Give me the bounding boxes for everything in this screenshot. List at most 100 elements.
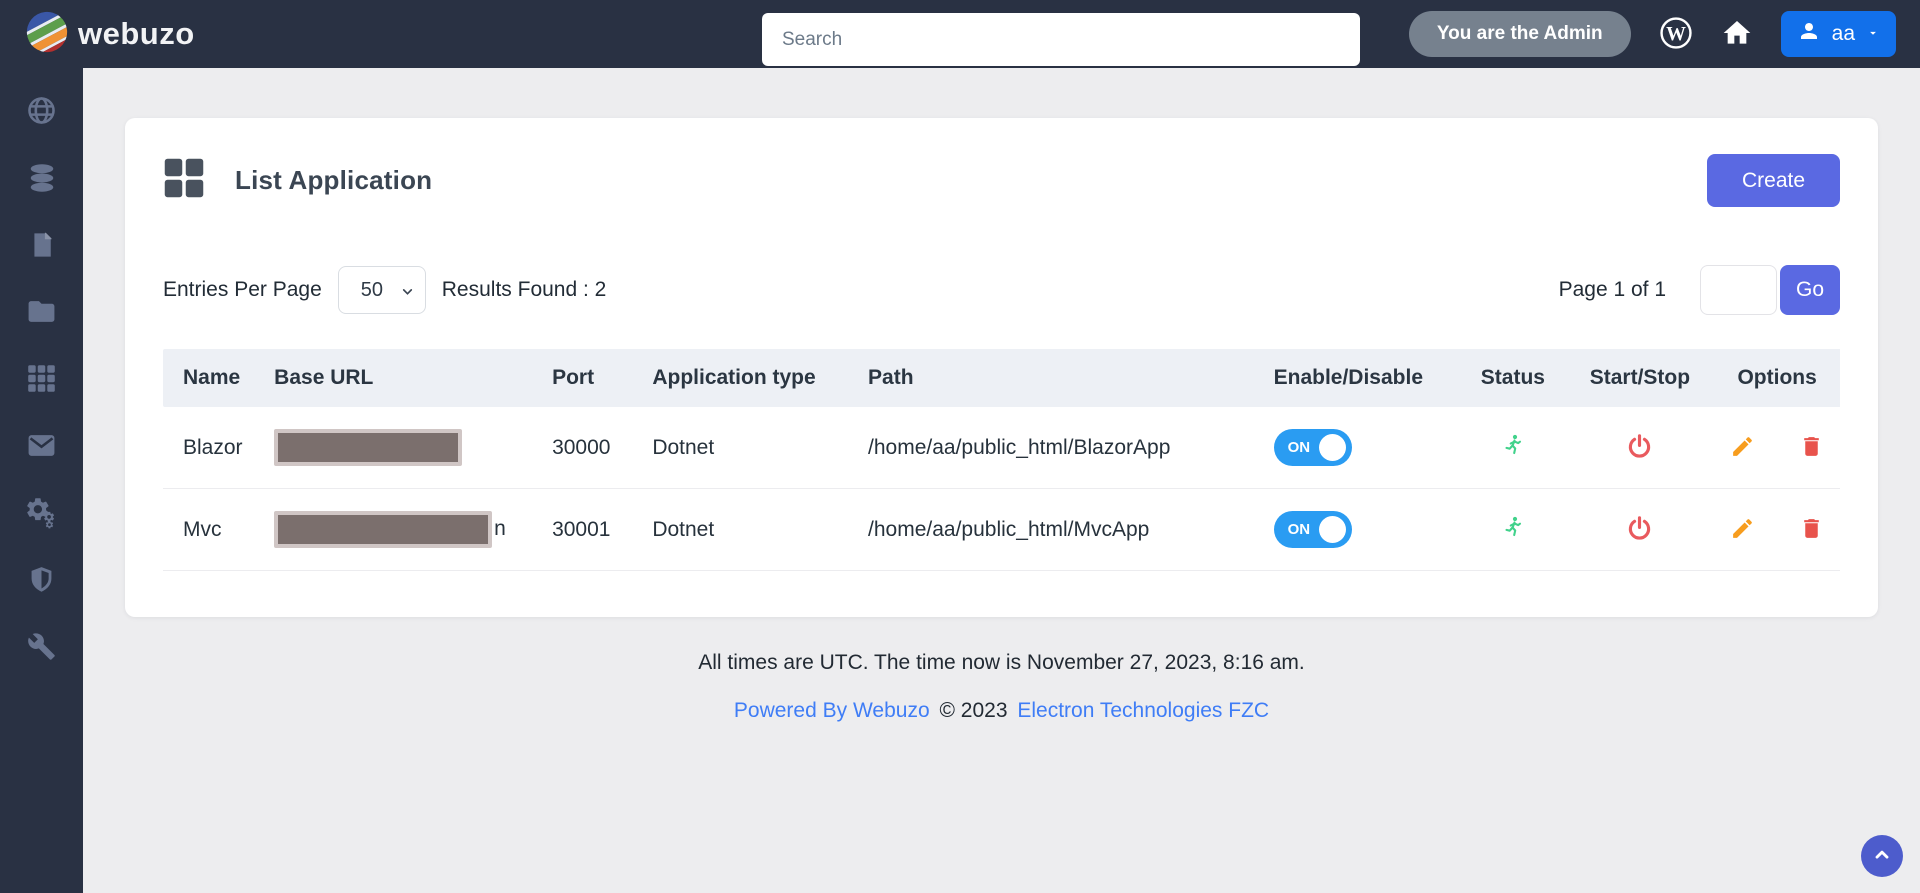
sidebar-item-apps[interactable] [26,364,58,396]
webuzo-logo-icon [24,9,70,60]
stop-power-button[interactable] [1624,433,1655,463]
col-name: Name [163,349,260,407]
sidebar-nav [0,68,83,893]
powered-by-line: Powered By Webuzo © 2023 Electron Techno… [83,699,1920,723]
enable-cell: ON [1260,489,1461,571]
stop-power-button[interactable] [1624,515,1655,545]
chevron-down-icon [1866,22,1880,46]
toggle-knob [1319,434,1346,461]
options-cell [1714,407,1840,489]
mail-icon [26,430,57,464]
folder-icon [26,296,57,330]
powered-by-webuzo-link[interactable]: Powered By Webuzo [734,699,930,722]
app-type: Dotnet [638,489,854,571]
entries-per-page-select[interactable]: 50 [338,266,426,314]
file-icon [28,231,56,262]
sidebar-item-domains[interactable] [26,96,58,128]
applications-grid-icon [163,157,205,204]
col-start-stop: Start/Stop [1566,349,1715,407]
svg-text:W: W [1666,22,1686,44]
page-number-input[interactable] [1700,265,1777,315]
list-application-card: List Application Create Entries Per Page… [125,118,1878,617]
enable-cell: ON [1260,407,1461,489]
delete-trash-button[interactable] [1797,434,1826,462]
sidebar-item-settings[interactable] [26,498,58,530]
entries-per-page-label: Entries Per Page [163,278,322,302]
toggle-knob [1319,516,1346,543]
settings-gears-icon [25,496,58,532]
globe-icon [26,95,57,129]
enable-toggle[interactable]: ON [1274,511,1352,548]
user-icon [1797,19,1821,49]
wordpress-button[interactable]: W [1659,16,1693,53]
wrench-icon [27,632,56,664]
app-name: Mvc [163,489,260,571]
title-row: List Application Create [163,154,1840,207]
copyright-text: © 2023 [939,699,1007,722]
company-link[interactable]: Electron Technologies FZC [1017,699,1269,722]
user-menu-button[interactable]: aa [1781,11,1896,57]
shield-icon [27,565,56,597]
brand-name: webuzo [78,16,195,52]
col-path: Path [854,349,1260,407]
sidebar-item-security[interactable] [26,565,58,597]
app-path: /home/aa/public_html/BlazorApp [854,407,1260,489]
app-port: 30000 [538,407,638,489]
admin-badge: You are the Admin [1409,11,1631,57]
enable-toggle[interactable]: ON [1274,429,1352,466]
start-stop-cell [1566,407,1715,489]
page-title: List Application [235,165,432,196]
entries-select-wrap: 50 [338,266,426,314]
col-port: Port [538,349,638,407]
utc-time-note: All times are UTC. The time now is Novem… [83,651,1920,675]
app-type: Dotnet [638,407,854,489]
status-cell [1460,407,1565,489]
sidebar-item-files[interactable] [26,230,58,262]
header-actions: You are the Admin W aa [1409,0,1896,68]
username: aa [1832,22,1855,46]
sidebar-item-directories[interactable] [26,297,58,329]
wordpress-icon: W [1659,16,1693,53]
apps-grid-icon [27,364,56,396]
sidebar-item-email[interactable] [26,431,58,463]
edit-pencil-button[interactable] [1728,434,1757,462]
chevron-up-icon [1872,845,1892,868]
scroll-to-top-button[interactable] [1861,835,1903,877]
sidebar-item-utilities[interactable] [26,632,58,664]
search-input[interactable] [762,13,1360,66]
home-icon [1721,17,1753,52]
col-application-type: Application type [638,349,854,407]
col-enable-disable: Enable/Disable [1260,349,1461,407]
table-header-row: Name Base URL Port Application type Path… [163,349,1840,407]
table-row: Blazor 30000 Dotnet /home/aa/public_html… [163,407,1840,489]
create-button[interactable]: Create [1707,154,1840,207]
page-info: Page 1 of 1 [1559,278,1666,302]
pagination: Page 1 of 1 Go [1559,265,1840,315]
main-content: List Application Create Entries Per Page… [83,68,1920,893]
go-button[interactable]: Go [1780,265,1840,315]
sidebar-item-databases[interactable] [26,163,58,195]
col-base-url: Base URL [260,349,538,407]
delete-trash-button[interactable] [1797,516,1826,544]
home-button[interactable] [1721,17,1753,52]
col-options: Options [1714,349,1840,407]
table-row: Mvc n 30001 Dotnet /home/aa/public_html/… [163,489,1840,571]
results-found-label: Results Found : 2 [442,278,607,302]
top-header: webuzo You are the Admin W [0,0,1920,68]
brand[interactable]: webuzo [24,9,195,60]
redacted-base-url [274,511,492,548]
base-url-cell [260,407,538,489]
running-status-icon [1501,439,1525,462]
app-name: Blazor [163,407,260,489]
options-cell [1714,489,1840,571]
table-controls: Entries Per Page 50 Results Found : 2 Pa… [163,265,1840,315]
base-url-cell: n [260,489,538,571]
edit-pencil-button[interactable] [1728,516,1757,544]
database-icon [27,163,57,196]
applications-table: Name Base URL Port Application type Path… [163,349,1840,571]
app-path: /home/aa/public_html/MvcApp [854,489,1260,571]
start-stop-cell [1566,489,1715,571]
running-status-icon [1501,521,1525,544]
col-status: Status [1460,349,1565,407]
status-cell [1460,489,1565,571]
